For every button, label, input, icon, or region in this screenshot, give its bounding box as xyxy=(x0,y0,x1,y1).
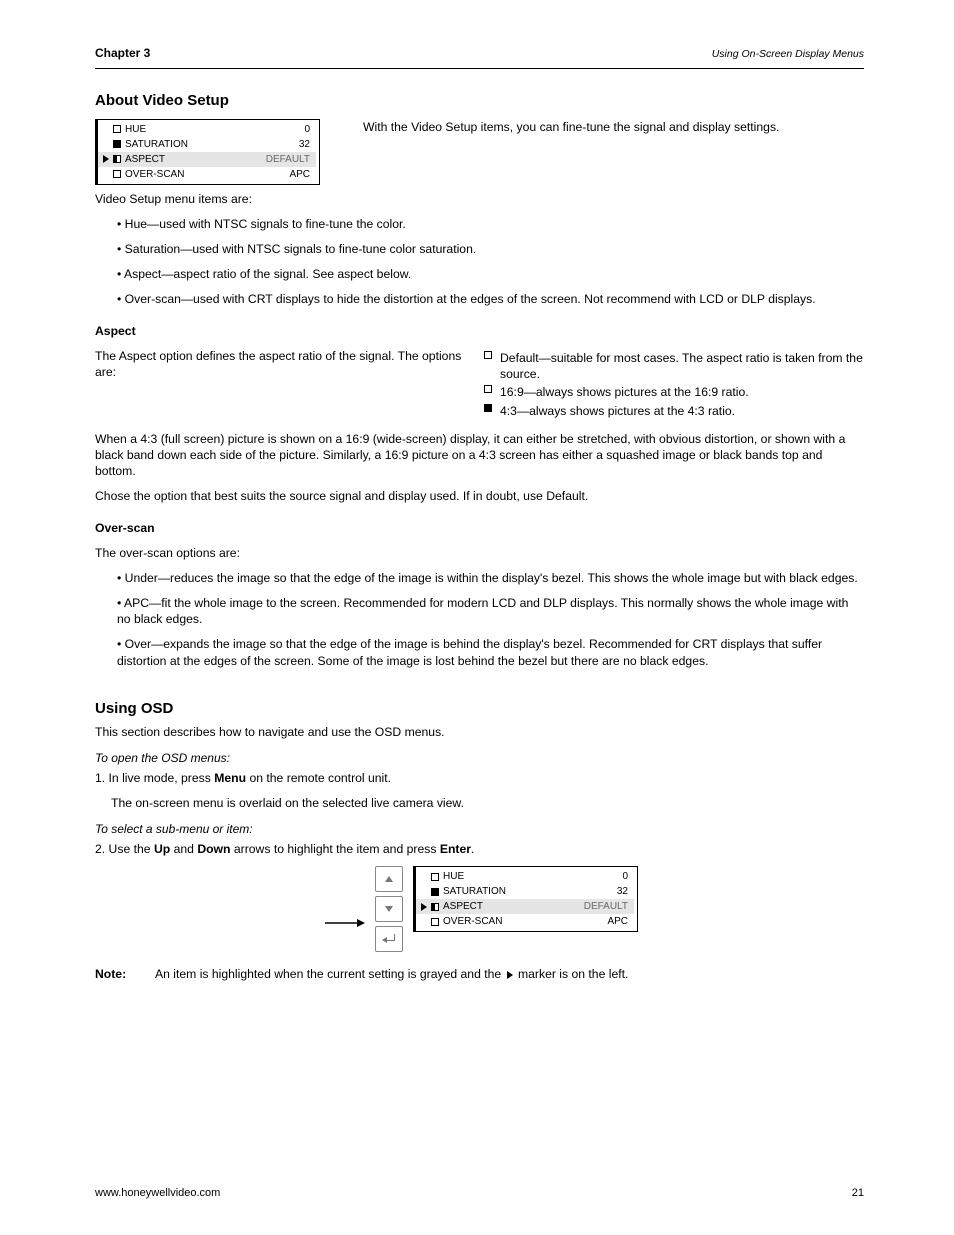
osd-row-overscan: OVER-SCAN APC xyxy=(416,914,634,929)
square-empty-icon xyxy=(113,170,121,178)
using-osd-intro: This section describes how to navigate a… xyxy=(95,724,864,740)
triangle-up-icon xyxy=(385,876,393,882)
section-title-using-osd: Using OSD xyxy=(95,699,864,719)
osd-value: 0 xyxy=(622,870,634,883)
enter-icon xyxy=(383,934,395,944)
square-half-icon xyxy=(113,155,121,163)
osd-label: HUE xyxy=(125,123,300,136)
square-filled-icon xyxy=(431,888,439,896)
osd-value: 32 xyxy=(299,138,316,151)
step-2: 2. Use the Up and Down arrows to highlig… xyxy=(95,841,864,857)
note-label: Note: xyxy=(95,966,141,982)
square-filled-icon xyxy=(484,404,492,412)
overscan-intro: The over-scan options are: xyxy=(95,545,864,561)
osd-label: SATURATION xyxy=(443,885,613,898)
osd-row-saturation: SATURATION 32 xyxy=(98,137,316,152)
arrow-pointer xyxy=(325,918,365,928)
aspect-heading: Aspect xyxy=(95,324,136,338)
osd-row-aspect: ASPECT DEFAULT xyxy=(416,899,634,914)
caret-right-icon xyxy=(103,155,109,163)
square-empty-icon xyxy=(431,918,439,926)
aspect-intro: The Aspect option defines the aspect rat… xyxy=(95,348,464,380)
osd-label: SATURATION xyxy=(125,138,295,151)
option-text: 16:9—always shows pictures at the 16:9 r… xyxy=(500,384,864,400)
osd-label: ASPECT xyxy=(125,153,262,166)
down-key[interactable] xyxy=(375,896,403,922)
bullet-hue: • Hue—used with NTSC signals to fine-tun… xyxy=(117,216,864,232)
overscan-option-apc: • APC—fit the whole image to the screen.… xyxy=(117,595,864,627)
square-empty-icon xyxy=(113,125,121,133)
caret-right-icon xyxy=(421,903,427,911)
bullet-overscan: • Over-scan—used with CRT displays to hi… xyxy=(117,291,864,307)
osd-row-hue: HUE 0 xyxy=(98,122,316,137)
osd-label: OVER-SCAN xyxy=(125,168,285,181)
overscan-option-over: • Over—expands the image so that the edg… xyxy=(117,636,864,668)
osd-menu-figure: HUE 0 SATURATION 32 ASPECT DEFAULT xyxy=(95,119,320,185)
chapter-label: Chapter 3 xyxy=(95,46,150,62)
footer-link: www.honeywellvideo.com xyxy=(95,1186,220,1201)
option-text: Default—suitable for most cases. The asp… xyxy=(500,350,864,382)
osd-menu-figure-2: HUE 0 SATURATION 32 ASPECT DEFAULT xyxy=(413,866,638,932)
arrow-keys xyxy=(375,866,403,952)
note-block: Note: An item is highlighted when the cu… xyxy=(95,966,864,982)
osd-label: HUE xyxy=(443,870,618,883)
square-empty-icon xyxy=(431,873,439,881)
aspect-note-2: Chose the option that best suits the sou… xyxy=(95,488,864,504)
step-1-result: The on-screen menu is overlaid on the se… xyxy=(95,795,864,811)
osd-value: APC xyxy=(289,168,316,181)
square-filled-icon xyxy=(113,140,121,148)
page-footer: www.honeywellvideo.com 21 xyxy=(95,1186,864,1201)
osd-row-saturation: SATURATION 32 xyxy=(416,884,634,899)
page-number: 21 xyxy=(852,1186,864,1201)
osd-row-aspect: ASPECT DEFAULT xyxy=(98,152,316,167)
osd-value: 0 xyxy=(304,123,316,136)
osd-row-hue: HUE 0 xyxy=(416,869,634,884)
subhead-open-osd: To open the OSD menus: xyxy=(95,751,864,767)
osd-row-overscan: OVER-SCAN APC xyxy=(98,167,316,182)
menu-items-intro: Video Setup menu items are: xyxy=(95,191,864,207)
caret-right-icon xyxy=(507,971,513,979)
page-header: Chapter 3 Using On-Screen Display Menus xyxy=(95,46,864,69)
aspect-option-default: Default—suitable for most cases. The asp… xyxy=(484,350,864,382)
square-empty-icon xyxy=(484,385,492,393)
note-text: An item is highlighted when the current … xyxy=(155,966,628,982)
chapter-subtitle: Using On-Screen Display Menus xyxy=(712,48,864,62)
osd-value: APC xyxy=(607,915,634,928)
osd-value: DEFAULT xyxy=(266,153,316,166)
step-1: 1. In live mode, press Menu on the remot… xyxy=(95,770,864,786)
enter-key[interactable] xyxy=(375,926,403,952)
section-title-video-setup: About Video Setup xyxy=(95,91,864,111)
option-text: 4:3—always shows pictures at the 4:3 rat… xyxy=(500,403,864,419)
triangle-down-icon xyxy=(385,906,393,912)
osd-value: 32 xyxy=(617,885,634,898)
overscan-option-under: • Under—reduces the image so that the ed… xyxy=(117,570,864,586)
square-empty-icon xyxy=(484,351,492,359)
aspect-note: When a 4:3 (full screen) picture is show… xyxy=(95,431,864,479)
subhead-select-item: To select a sub-menu or item: xyxy=(95,822,864,838)
video-setup-intro: With the Video Setup items, you can fine… xyxy=(363,119,864,135)
aspect-option-43: 4:3—always shows pictures at the 4:3 rat… xyxy=(484,403,864,419)
overscan-heading: Over-scan xyxy=(95,521,155,535)
osd-label: ASPECT xyxy=(443,900,580,913)
bullet-saturation: • Saturation—used with NTSC signals to f… xyxy=(117,241,864,257)
up-key[interactable] xyxy=(375,866,403,892)
square-half-icon xyxy=(431,903,439,911)
osd-value: DEFAULT xyxy=(584,900,634,913)
osd-label: OVER-SCAN xyxy=(443,915,603,928)
bullet-aspect: • Aspect—aspect ratio of the signal. See… xyxy=(117,266,864,282)
aspect-option-169: 16:9—always shows pictures at the 16:9 r… xyxy=(484,384,864,400)
